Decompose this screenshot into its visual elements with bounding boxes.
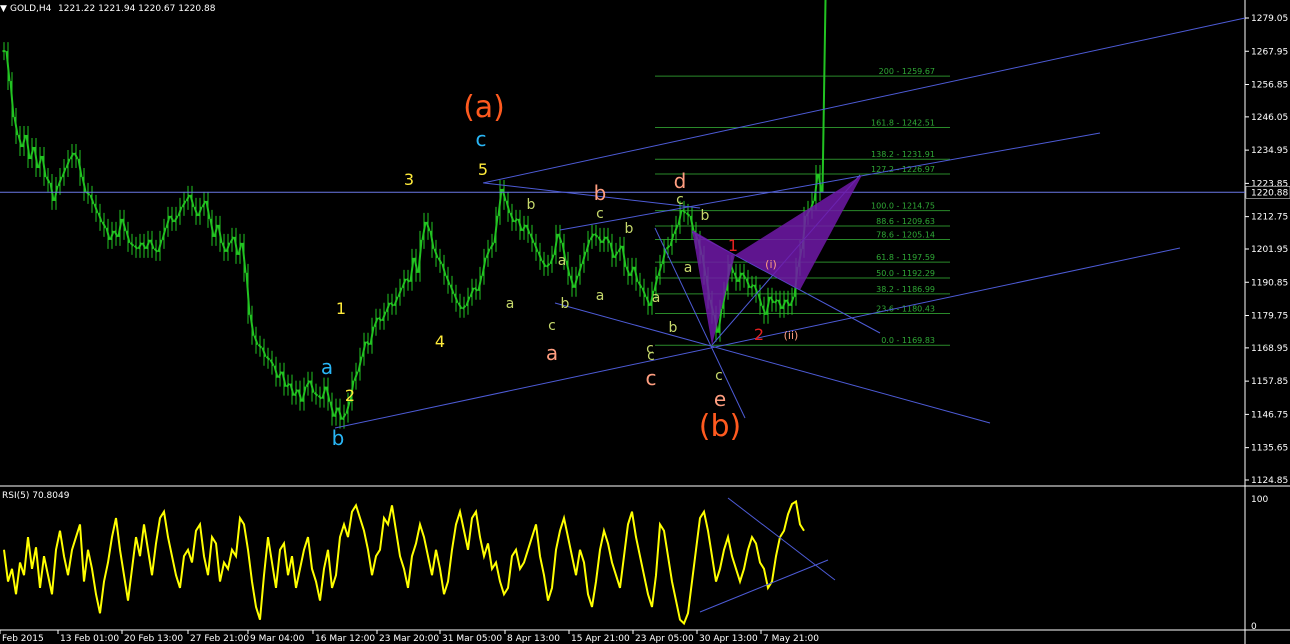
wave-label: 1: [728, 236, 738, 255]
x-tick-label: Feb 2015: [2, 634, 44, 644]
y-tick-label: 1179.75: [1251, 312, 1288, 322]
fib-level-label: 61.8 - 1197.59: [876, 253, 935, 262]
wave-label: (i): [765, 258, 777, 271]
wave-label: a: [596, 288, 605, 304]
fib-level-label: 138.2 - 1231.91: [871, 150, 935, 159]
y-tick-label: 1168.95: [1251, 344, 1288, 354]
wave-label: a: [558, 253, 567, 269]
wave-label: b: [701, 208, 710, 224]
x-tick-label: 8 Apr 13:00: [507, 634, 560, 644]
y-tick-label: 1256.85: [1251, 81, 1288, 91]
wave-label: a: [506, 296, 515, 312]
wave-label: b: [625, 221, 634, 237]
wave-label: 2: [345, 386, 355, 405]
x-tick-label: 31 Mar 05:00: [442, 634, 502, 644]
x-tick-label: 23 Mar 20:00: [379, 634, 439, 644]
fib-level-label: 38.2 - 1186.99: [876, 285, 935, 294]
x-tick-label: 27 Feb 21:00: [190, 634, 249, 644]
y-tick-label: 1124.85: [1251, 476, 1288, 486]
wave-label: 3: [404, 170, 414, 189]
wave-label: c: [548, 318, 556, 334]
wave-label: c: [646, 366, 657, 390]
fib-level-label: 161.8 - 1242.51: [871, 118, 935, 127]
y-tick-label: 1135.65: [1251, 444, 1288, 454]
fib-level-label: 100.0 - 1214.75: [871, 202, 935, 211]
x-tick-label: 30 Apr 13:00: [699, 634, 758, 644]
wave-label: a: [546, 341, 558, 365]
x-tick-label: 23 Apr 05:00: [635, 634, 694, 644]
rsi-label: RSI(5) 70.8049: [2, 491, 70, 501]
wave-label: 5: [478, 160, 488, 179]
wave-label: (a): [463, 90, 505, 125]
x-tick-label: 7 May 21:00: [763, 634, 819, 644]
wave-label: a: [684, 260, 693, 276]
fib-level-label: 0.0 - 1169.83: [881, 336, 935, 345]
fib-level-label: 200 - 1259.67: [879, 67, 935, 76]
y-tick-label: 1234.95: [1251, 146, 1288, 156]
wave-label: (ii): [784, 329, 799, 342]
symbol-label: GOLD,H4: [10, 4, 52, 14]
x-tick-label: 16 Mar 12:00: [315, 634, 375, 644]
fib-level-label: 78.6 - 1205.14: [876, 230, 935, 239]
wave-label: 4: [435, 332, 445, 351]
x-tick-label: 20 Feb 13:00: [124, 634, 183, 644]
wave-label: d: [674, 169, 687, 193]
current-price-label: 1220.88: [1251, 188, 1288, 198]
wave-label: c: [646, 341, 654, 357]
wave-label: e: [714, 387, 726, 411]
wave-label: (b): [699, 409, 741, 444]
wave-label: b: [594, 181, 607, 205]
wave-label: b: [527, 197, 536, 213]
x-tick-label: 13 Feb 01:00: [60, 634, 119, 644]
wave-label: b: [561, 296, 570, 312]
y-tick-label: 1246.05: [1251, 113, 1288, 123]
ohlc-readout: 1221.22 1221.94 1220.67 1220.88: [58, 4, 216, 14]
wave-label: c: [715, 368, 723, 384]
y-tick-label: 1146.75: [1251, 410, 1288, 420]
wave-label: 2: [754, 325, 764, 344]
wave-label: b: [669, 320, 678, 336]
dropdown-arrow-icon[interactable]: ▼: [0, 4, 7, 14]
x-tick-label: 9 Mar 04:00: [250, 634, 305, 644]
wave-label: c: [676, 192, 684, 208]
y-tick-label: 1201.95: [1251, 245, 1288, 255]
fib-level-label: 50.0 - 1192.29: [876, 269, 935, 278]
wave-label: c: [596, 206, 604, 222]
y-tick-label: 1157.85: [1251, 377, 1288, 387]
y-tick-label: 1190.85: [1251, 278, 1288, 288]
rsi-tick-label: 100: [1251, 495, 1268, 505]
chart-header: ▼ GOLD,H4 1221.22 1221.94 1220.67 1220.8…: [0, 4, 216, 14]
wave-label: a: [321, 355, 333, 379]
rsi-tick-label: 0: [1251, 622, 1257, 632]
x-tick-label: 15 Apr 21:00: [571, 634, 630, 644]
y-tick-label: 1267.95: [1251, 47, 1288, 57]
chart-canvas: 200 - 1259.67 161.8 - 1242.51 138.2 - 1231…: [0, 0, 1290, 644]
wave-label: 1: [336, 299, 346, 318]
y-tick-label: 1279.05: [1251, 14, 1288, 24]
wave-label: a: [652, 290, 661, 306]
y-tick-label: 1212.75: [1251, 213, 1288, 223]
wave-label: c: [476, 127, 487, 151]
fib-level-label: 88.6 - 1209.63: [876, 217, 935, 226]
wave-label: b: [332, 426, 345, 450]
fib-level-label: 23.6 - 1180.43: [876, 304, 935, 313]
